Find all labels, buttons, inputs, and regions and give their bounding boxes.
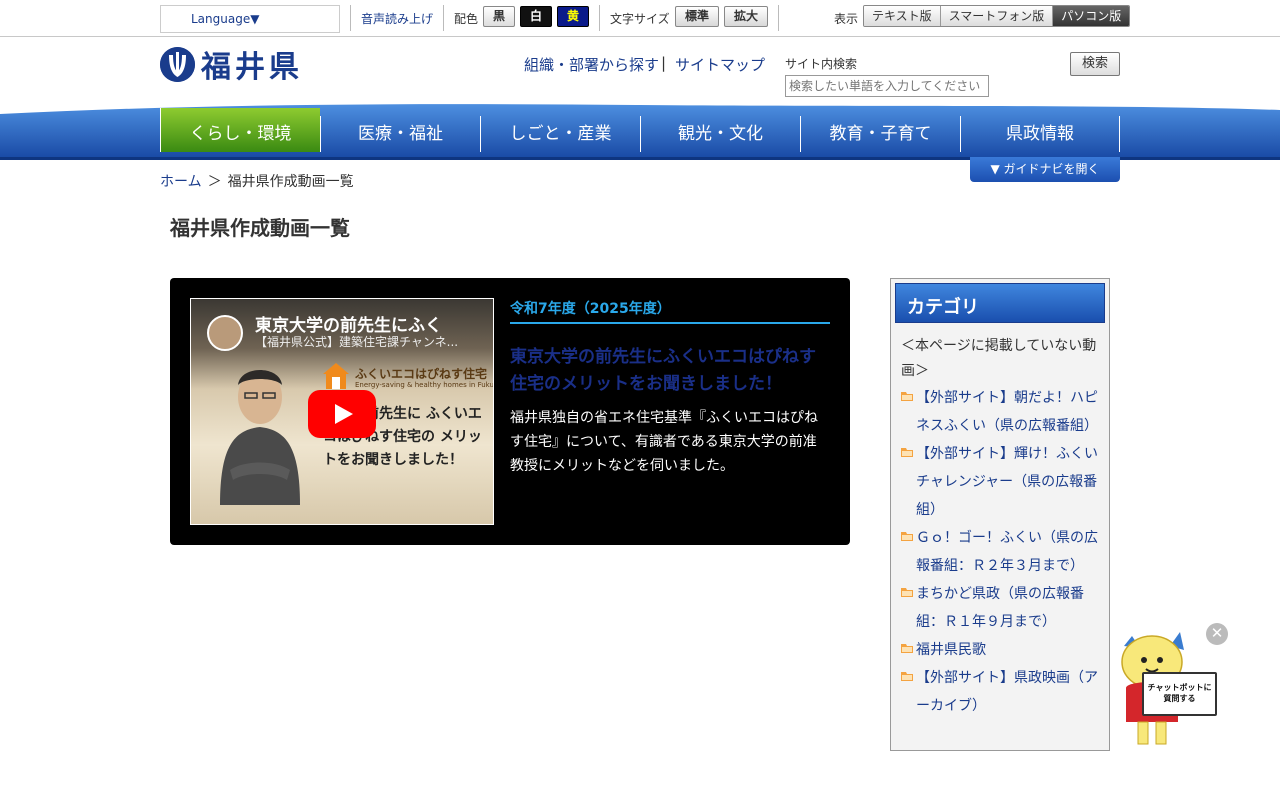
nav-item-medical[interactable]: 医療・福祉 <box>320 116 480 152</box>
category-item[interactable]: 【外部サイト】輝け！ふくいチャレンジャー（県の広報番組） <box>901 440 1105 524</box>
display-label: 表示 <box>834 12 859 26</box>
nav-item-work[interactable]: しごと・産業 <box>480 116 640 152</box>
person-image <box>220 370 300 505</box>
nav-item-government[interactable]: 県政情報 <box>960 116 1120 152</box>
divider <box>443 5 444 31</box>
chatbot-launcher[interactable]: チャットボットに質問する <box>1112 622 1222 752</box>
house-icon <box>323 363 349 389</box>
display-pc-button[interactable]: パソコン版 <box>1053 6 1130 26</box>
chatbot-close-icon[interactable]: ✕ <box>1206 623 1228 645</box>
nav-item-tourism[interactable]: 観光・文化 <box>640 116 800 152</box>
breadcrumb-current: 福井県作成動画一覧 <box>227 174 354 190</box>
link-separator: | <box>661 54 667 72</box>
breadcrumb-separator: ＞ <box>207 174 222 190</box>
video-title: 東京大学の前先生にふくいエコはぴねす住宅のメリットをお聞きしました！ <box>510 347 816 394</box>
display-switch: テキスト版 スマートフォン版 パソコン版 <box>863 5 1131 27</box>
chatbot-sign: チャットボットに質問する <box>1142 672 1217 716</box>
language-select[interactable]: Language▼ <box>160 5 340 33</box>
page-title: 福井県作成動画一覧 <box>170 216 350 240</box>
global-nav: くらし・環境 医療・福祉 しごと・産業 観光・文化 教育・子育て 県政情報 <box>0 100 1280 160</box>
video-card: 東京大学の前先生にふく 【福井県公式】建築住宅課チャンネ... ふくいエコはぴね… <box>170 278 850 545</box>
divider <box>350 5 351 31</box>
video-channel-name: 【福井県公式】建築住宅課チャンネ... <box>255 335 459 349</box>
category-item[interactable]: 【外部サイト】朝だよ！ハピネスふくい（県の広報番組） <box>901 384 1105 440</box>
category-item[interactable]: 【外部サイト】県政映画（アーカイブ） <box>901 664 1105 720</box>
search-input[interactable] <box>785 75 989 97</box>
folder-icon <box>901 532 913 541</box>
category-list: 【外部サイト】朝だよ！ハピネスふくい（県の広報番組） 【外部サイト】輝け！ふくい… <box>901 384 1105 720</box>
fontsize-large-button[interactable]: 拡大 <box>724 6 768 27</box>
org-search-link[interactable]: 組織・部署から探す <box>524 54 659 75</box>
divider <box>778 5 779 31</box>
category-note: ＜本ページに掲載していない動画＞ <box>901 338 1097 379</box>
video-info: 令和7年度（2025年度） 東京大学の前先生にふくいエコはぴねす住宅のメリットを… <box>510 298 830 478</box>
video-year: 令和7年度（2025年度） <box>510 298 830 324</box>
category-item[interactable]: まちかど県政（県の広報番組：Ｒ１年９月まで） <box>901 580 1105 636</box>
nav-item-education[interactable]: 教育・子育て <box>800 116 960 152</box>
prefecture-emblem-icon <box>160 46 195 82</box>
color-white-button[interactable]: 白 <box>520 6 552 27</box>
breadcrumb: ホーム ＞ 福井県作成動画一覧 <box>160 171 354 191</box>
display-text-button[interactable]: テキスト版 <box>864 6 941 26</box>
search-button[interactable]: 検索 <box>1070 52 1120 76</box>
color-label: 配色 <box>454 12 479 26</box>
site-name: 福井県 <box>201 50 303 85</box>
color-yellow-button[interactable]: 黄 <box>557 6 589 27</box>
category-heading: カテゴリ <box>895 283 1105 323</box>
utility-bar: Language▼ 音声読み上げ 配色 黒 白 黄 文字サイズ 標準 拡大 表示… <box>0 0 1280 37</box>
nav-item-living[interactable]: くらし・環境 <box>160 108 320 152</box>
category-item[interactable]: 福井県民歌 <box>901 636 1105 664</box>
divider <box>599 5 600 31</box>
search-label: サイト内検索 <box>785 57 858 71</box>
category-item[interactable]: Ｇｏ！ゴー！ふくい（県の広報番組：Ｒ２年３月まで） <box>901 524 1105 580</box>
guide-navi-button[interactable]: ▼ ガイドナビを開く <box>970 157 1120 182</box>
voice-read-link[interactable]: 音声読み上げ <box>361 10 433 27</box>
nav-list: くらし・環境 医療・福祉 しごと・産業 観光・文化 教育・子育て 県政情報 <box>160 108 1120 152</box>
fontsize-label: 文字サイズ <box>610 12 670 26</box>
folder-icon <box>901 448 913 457</box>
play-button[interactable] <box>308 390 376 438</box>
fontsize-normal-button[interactable]: 標準 <box>675 6 719 27</box>
display-smartphone-button[interactable]: スマートフォン版 <box>940 6 1054 26</box>
folder-icon <box>901 672 913 681</box>
color-black-button[interactable]: 黒 <box>483 6 515 27</box>
sitemap-link[interactable]: サイトマップ <box>675 54 765 75</box>
category-sidebar: カテゴリ ＜本ページに掲載していない動画＞ 【外部サイト】朝だよ！ハピネスふくい… <box>890 278 1110 751</box>
channel-avatar <box>207 315 243 351</box>
site-logo[interactable]: 福井県 <box>160 42 303 86</box>
breadcrumb-home-link[interactable]: ホーム <box>160 174 202 190</box>
folder-icon <box>901 588 913 597</box>
video-player[interactable]: 東京大学の前先生にふく 【福井県公式】建築住宅課チャンネ... ふくいエコはぴね… <box>190 298 494 525</box>
folder-icon <box>901 392 913 401</box>
video-description: 福井県独自の省エネ住宅基準『ふくいエコはぴねす住宅』について、有識者である東京大… <box>510 410 818 474</box>
folder-icon <box>901 644 913 653</box>
